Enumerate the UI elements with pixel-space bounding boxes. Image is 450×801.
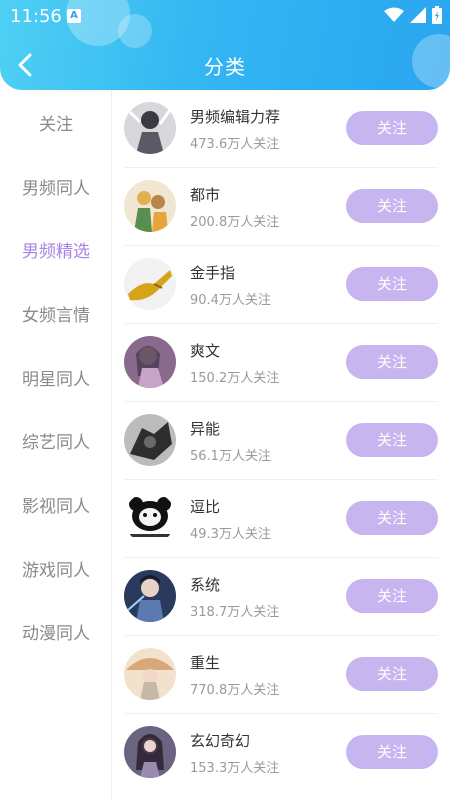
follower-count: 153.3万人关注 (190, 761, 280, 776)
follower-count: 56.1万人关注 (190, 449, 271, 464)
sidebar-item-guanzhu[interactable]: 关注 (0, 110, 112, 135)
battery-icon (432, 6, 442, 24)
category-name: 都市 (190, 186, 221, 204)
category-list: 男频编辑力荐 473.6万人关注 关注 都市 200.8万人关注 关注 金手指 … (112, 90, 450, 801)
header: 11:56 A 分类 (0, 0, 450, 90)
mech-avatar (124, 414, 176, 466)
sidebar-item-nvpin-yanqing[interactable]: 女频言情 (0, 301, 112, 326)
golden-hand-avatar (124, 258, 176, 310)
follow-button[interactable]: 关注 (346, 423, 438, 457)
follower-count: 200.8万人关注 (190, 215, 280, 230)
status-time: 11:56 (10, 6, 62, 27)
anime-boy-avatar (124, 570, 176, 622)
signal-icon (410, 7, 426, 23)
follow-button[interactable]: 关注 (346, 657, 438, 691)
list-item[interactable]: 重生 770.8万人关注 关注 (112, 636, 450, 714)
follow-button[interactable]: 关注 (346, 735, 438, 769)
sidebar-item-nanpin-tongren[interactable]: 男频同人 (0, 174, 112, 199)
category-name: 男频编辑力荐 (190, 108, 281, 126)
sidebar-item-mingxing-tongren[interactable]: 明星同人 (0, 365, 112, 390)
city-women-avatar (124, 180, 176, 232)
sidebar-item-yingshi-tongren[interactable]: 影视同人 (0, 492, 112, 517)
fantasy-girl-avatar (124, 726, 176, 778)
follow-button[interactable]: 关注 (346, 267, 438, 301)
list-item[interactable]: 系统 318.7万人关注 关注 (112, 558, 450, 636)
list-item[interactable]: 男频编辑力荐 473.6万人关注 关注 (112, 90, 450, 168)
page-title: 分类 (204, 55, 246, 79)
app-notification-icon: A (67, 9, 81, 23)
follower-count: 473.6万人关注 (190, 137, 280, 152)
status-bar: 11:56 A (0, 0, 450, 32)
follower-count: 150.2万人关注 (190, 371, 280, 386)
category-name: 系统 (190, 576, 221, 594)
follower-count: 770.8万人关注 (190, 683, 280, 698)
list-item[interactable]: 玄幻奇幻 153.3万人关注 关注 (112, 714, 450, 792)
category-name: 玄幻奇幻 (190, 732, 251, 750)
list-item[interactable]: 逗比 49.3万人关注 关注 (112, 480, 450, 558)
category-name: 异能 (190, 420, 221, 438)
list-item[interactable]: 爽文 150.2万人关注 关注 (112, 324, 450, 402)
status-icons (384, 6, 442, 24)
follow-button[interactable]: 关注 (346, 111, 438, 145)
list-item[interactable]: 异能 56.1万人关注 关注 (112, 402, 450, 480)
sidebar-item-nanpin-jingxuan[interactable]: 男频精选 (0, 237, 112, 262)
anime-character-avatar (124, 102, 176, 154)
anime-girl-avatar (124, 336, 176, 388)
wifi-icon (384, 7, 404, 22)
sidebar-item-zongyi-tongren[interactable]: 综艺同人 (0, 428, 112, 453)
panda-meme-avatar (124, 492, 176, 544)
follower-count: 318.7万人关注 (190, 605, 280, 620)
category-name: 金手指 (190, 264, 236, 282)
follow-button[interactable]: 关注 (346, 345, 438, 379)
follower-count: 90.4万人关注 (190, 293, 271, 308)
category-name: 爽文 (190, 342, 221, 360)
category-name: 逗比 (190, 498, 221, 516)
sidebar-item-youxi-tongren[interactable]: 游戏同人 (0, 556, 112, 581)
follower-count: 49.3万人关注 (190, 527, 271, 542)
follow-button[interactable]: 关注 (346, 501, 438, 535)
sidebar-item-dongman-tongren[interactable]: 动漫同人 (0, 619, 112, 644)
follow-button[interactable]: 关注 (346, 579, 438, 613)
category-sidebar: 关注 男频同人 男频精选 女频言情 明星同人 综艺同人 影视同人 游戏同人 动漫… (0, 90, 112, 801)
follow-button[interactable]: 关注 (346, 189, 438, 223)
list-item[interactable]: 金手指 90.4万人关注 关注 (112, 246, 450, 324)
umbrella-girl-avatar (124, 648, 176, 700)
list-item[interactable]: 都市 200.8万人关注 关注 (112, 168, 450, 246)
category-name: 重生 (190, 654, 221, 672)
